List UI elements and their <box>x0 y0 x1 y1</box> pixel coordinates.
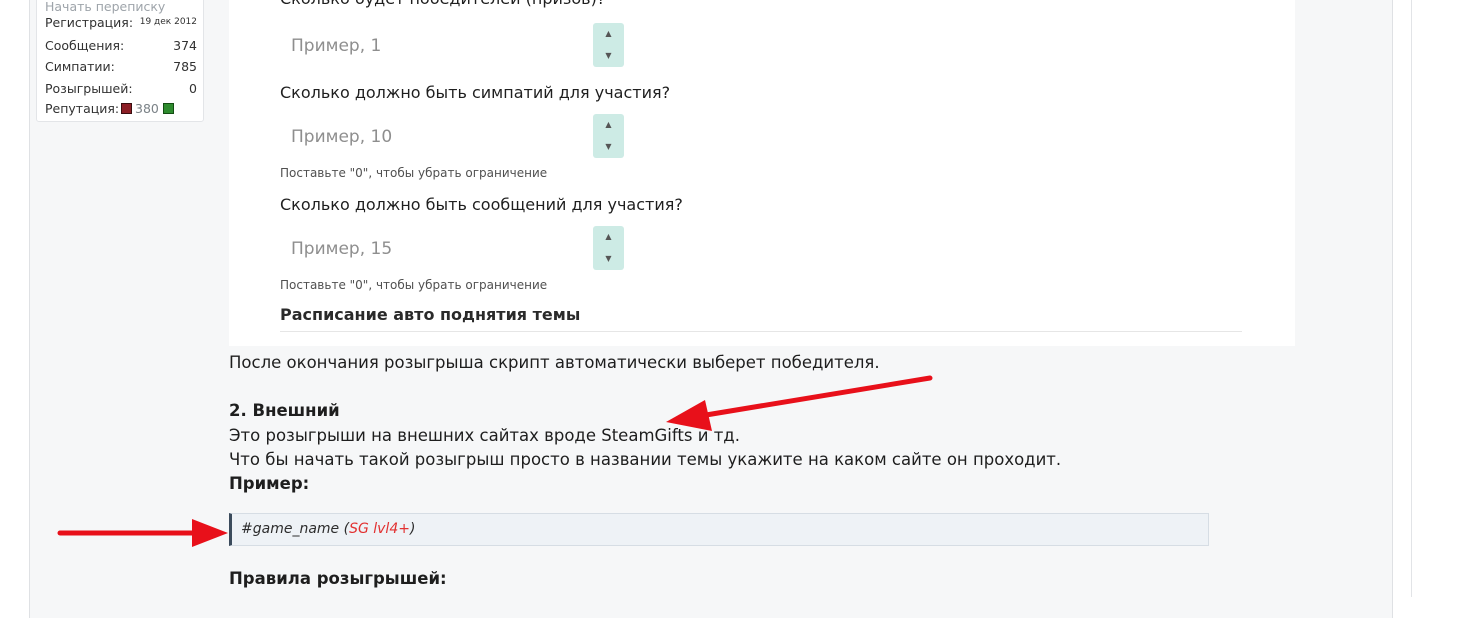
arrow-to-steamgifts-icon <box>666 375 933 431</box>
annotation-arrows <box>57 375 933 547</box>
arrow-to-code-block-icon <box>57 519 228 547</box>
